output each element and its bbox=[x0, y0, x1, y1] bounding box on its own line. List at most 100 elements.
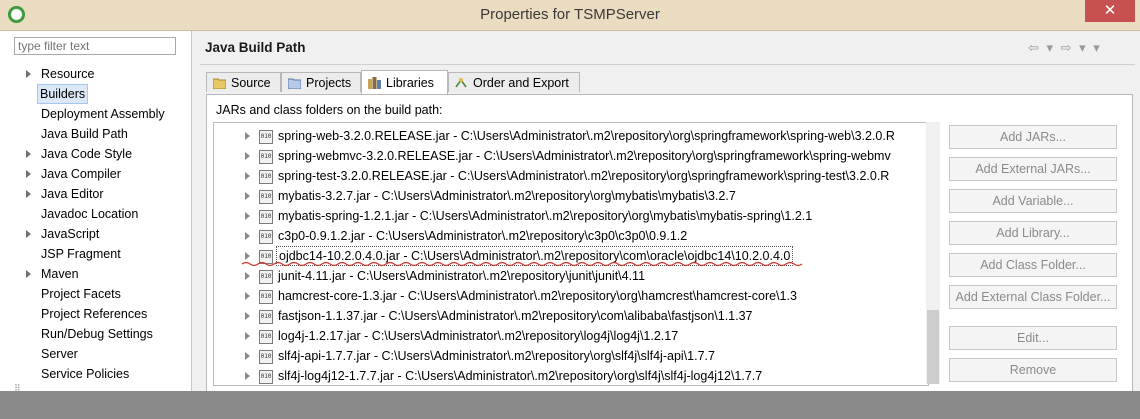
expand-arrow-icon[interactable] bbox=[26, 170, 31, 178]
expand-arrow-icon[interactable] bbox=[245, 272, 250, 280]
jar-icon: 010 bbox=[259, 130, 273, 144]
jar-icon: 010 bbox=[259, 370, 273, 384]
nav-item-label: JSP Fragment bbox=[41, 247, 121, 261]
tab-source[interactable]: Source bbox=[206, 72, 281, 92]
nav-item-label: Service Policies bbox=[41, 367, 130, 381]
jar-icon: 010 bbox=[259, 270, 273, 284]
history-nav-buttons[interactable]: ⇦ ▾ ⇨ ▾ ▾ bbox=[1028, 40, 1102, 56]
edit-button[interactable]: Edit... bbox=[949, 326, 1117, 350]
jar-icon: 010 bbox=[259, 290, 273, 304]
tab-order-export[interactable]: Order and Export bbox=[448, 72, 580, 92]
jar-icon: 010 bbox=[259, 350, 273, 364]
nav-item-label: Project References bbox=[41, 307, 148, 321]
expand-arrow-icon[interactable] bbox=[245, 312, 250, 320]
expand-arrow-icon[interactable] bbox=[26, 190, 31, 198]
expand-arrow-icon[interactable] bbox=[245, 192, 250, 200]
expand-arrow-icon[interactable] bbox=[245, 232, 250, 240]
projects-icon bbox=[288, 78, 301, 89]
library-row[interactable]: 010 fastjson-1.1.37.jar - C:\Users\Admini… bbox=[214, 307, 928, 327]
expand-arrow-icon[interactable] bbox=[245, 132, 250, 140]
nav-item-label: Resource bbox=[41, 67, 95, 81]
library-label: junit-4.11.jar - C:\Users\Administrator\… bbox=[278, 269, 646, 283]
library-label: mybatis-spring-1.2.1.jar - C:\Users\Admi… bbox=[278, 209, 813, 223]
library-row[interactable]: 010 mybatis-3.2.7.jar - C:\Users\Administ… bbox=[214, 187, 928, 207]
library-row[interactable]: 010 spring-test-3.2.0.RELEASE.jar - C:\Us… bbox=[214, 167, 928, 187]
library-label: spring-test-3.2.0.RELEASE.jar - C:\Users… bbox=[278, 169, 890, 183]
nav-item-label: Run/Debug Settings bbox=[41, 327, 153, 341]
expand-arrow-icon[interactable] bbox=[245, 332, 250, 340]
add-external-jars-button[interactable]: Add External JARs... bbox=[949, 157, 1117, 181]
expand-arrow-icon[interactable] bbox=[245, 172, 250, 180]
add-class-folder-button[interactable]: Add Class Folder... bbox=[949, 253, 1117, 277]
title-bar[interactable]: Properties for TSMPServer ✕ bbox=[0, 0, 1140, 31]
expand-arrow-icon[interactable] bbox=[26, 70, 31, 78]
library-row[interactable]: 010 c3p0-0.9.1.2.jar - C:\Users\Administr… bbox=[214, 227, 928, 247]
add-library-button[interactable]: Add Library... bbox=[949, 221, 1117, 245]
expand-arrow-icon[interactable] bbox=[26, 230, 31, 238]
expand-arrow-icon[interactable] bbox=[245, 372, 250, 380]
tab-order-export-label: Order and Export bbox=[473, 76, 569, 90]
libraries-caption: JARs and class folders on the build path… bbox=[216, 103, 443, 117]
expand-arrow-icon[interactable] bbox=[245, 252, 250, 260]
library-label: slf4j-log4j12-1.7.7.jar - C:\Users\Admin… bbox=[278, 369, 763, 383]
jar-icon: 010 bbox=[259, 230, 273, 244]
library-row[interactable]: 010 hamcrest-core-1.3.jar - C:\Users\Admi… bbox=[214, 287, 928, 307]
nav-item-label: Deployment Assembly bbox=[41, 107, 165, 121]
library-label: slf4j-api-1.7.7.jar - C:\Users\Administr… bbox=[278, 349, 715, 363]
add-jars-button[interactable]: Add JARs... bbox=[949, 125, 1117, 149]
tab-source-label: Source bbox=[231, 76, 271, 90]
tab-libraries-label: Libraries bbox=[386, 76, 434, 90]
nav-item-label: Project Facets bbox=[41, 287, 121, 301]
expand-arrow-icon[interactable] bbox=[245, 352, 250, 360]
tab-projects[interactable]: Projects bbox=[281, 72, 361, 92]
library-row[interactable]: 010 mybatis-spring-1.2.1.jar - C:\Users\A… bbox=[214, 207, 928, 227]
nav-item-label: Server bbox=[41, 347, 78, 361]
source-folder-icon bbox=[213, 78, 226, 89]
library-row[interactable]: 010 ojdbc14-10.2.0.4.0.jar - C:\Users\Adm… bbox=[214, 246, 928, 267]
order-export-icon bbox=[455, 78, 467, 88]
library-label: log4j-1.2.17.jar - C:\Users\Administrato… bbox=[278, 329, 679, 343]
tab-libraries[interactable]: Libraries bbox=[361, 70, 448, 94]
nav-item-label: Java Editor bbox=[41, 187, 104, 201]
library-row[interactable]: 010 log4j-1.2.17.jar - C:\Users\Administr… bbox=[214, 327, 928, 347]
library-row[interactable]: 010 slf4j-log4j12-1.7.7.jar - C:\Users\Ad… bbox=[214, 367, 928, 385]
filter-input[interactable] bbox=[14, 37, 176, 55]
window-title: Properties for TSMPServer bbox=[480, 6, 660, 23]
library-label: ojdbc14-10.2.0.4.0.jar - C:\Users\Admini… bbox=[276, 246, 794, 266]
nav-item-label: Java Code Style bbox=[41, 147, 133, 161]
add-external-class-folder-button[interactable]: Add External Class Folder... bbox=[949, 285, 1117, 309]
jar-icon: 010 bbox=[259, 310, 273, 324]
libraries-list[interactable]: 010 spring-web-3.2.0.RELEASE.jar - C:\Use… bbox=[213, 122, 929, 386]
expand-arrow-icon[interactable] bbox=[26, 270, 31, 278]
add-variable-button[interactable]: Add Variable... bbox=[949, 189, 1117, 213]
library-label: hamcrest-core-1.3.jar - C:\Users\Adminis… bbox=[278, 289, 797, 303]
close-button[interactable]: ✕ bbox=[1085, 0, 1135, 22]
dialog-footer-bar bbox=[0, 391, 1140, 419]
library-label: spring-webmvc-3.2.0.RELEASE.jar - C:\Use… bbox=[278, 149, 891, 163]
nav-item-label: Java Compiler bbox=[41, 167, 121, 181]
library-row[interactable]: 010 slf4j-api-1.7.7.jar - C:\Users\Admini… bbox=[214, 347, 928, 367]
library-row[interactable]: 010 spring-webmvc-3.2.0.RELEASE.jar - C:\… bbox=[214, 147, 928, 167]
jar-icon: 010 bbox=[259, 150, 273, 164]
expand-arrow-icon[interactable] bbox=[245, 152, 250, 160]
library-label: spring-web-3.2.0.RELEASE.jar - C:\Users\… bbox=[278, 129, 895, 143]
nav-item-label: Builders bbox=[37, 84, 89, 104]
jar-icon: 010 bbox=[259, 210, 273, 224]
nav-item-label: Maven bbox=[41, 267, 79, 281]
jar-icon: 010 bbox=[259, 250, 273, 264]
nav-item-label: JavaScript bbox=[41, 227, 100, 241]
jar-icon: 010 bbox=[259, 190, 273, 204]
expand-arrow-icon[interactable] bbox=[26, 150, 31, 158]
tab-projects-label: Projects bbox=[306, 76, 352, 90]
property-page-tree: Resource Builders Deployment Assembly Java … bbox=[0, 31, 192, 391]
expand-arrow-icon[interactable] bbox=[245, 292, 250, 300]
expand-arrow-icon[interactable] bbox=[245, 212, 250, 220]
scrollbar-thumb[interactable] bbox=[927, 310, 939, 384]
nav-item-label: Javadoc Location bbox=[41, 207, 139, 221]
library-label: mybatis-3.2.7.jar - C:\Users\Administrat… bbox=[278, 189, 736, 203]
jar-icon: 010 bbox=[259, 330, 273, 344]
library-row[interactable]: 010 junit-4.11.jar - C:\Users\Administrat… bbox=[214, 267, 928, 287]
library-row[interactable]: 010 spring-web-3.2.0.RELEASE.jar - C:\Use… bbox=[214, 127, 928, 147]
remove-button[interactable]: Remove bbox=[949, 358, 1117, 382]
jar-icon: 010 bbox=[259, 170, 273, 184]
